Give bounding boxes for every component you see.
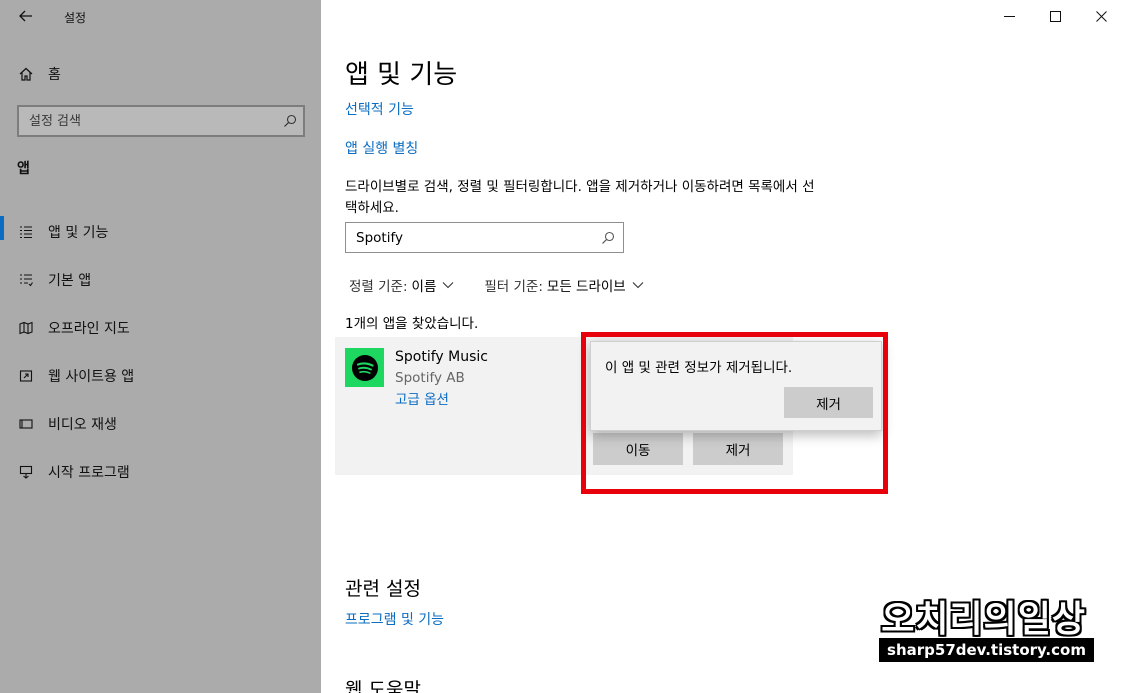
sidebar-item-startup[interactable]: 시작 프로그램 xyxy=(0,448,321,496)
sidebar-item-label: 오프라인 지도 xyxy=(48,321,130,337)
watermark-url: sharp57dev.tistory.com xyxy=(879,638,1094,662)
uninstall-confirm-flyout: 이 앱 및 관련 정보가 제거됩니다. 제거 xyxy=(590,341,882,431)
watermark-title: 오치리의일상 xyxy=(881,599,1086,640)
video-icon xyxy=(18,416,34,432)
sidebar-item-label: 비디오 재생 xyxy=(48,417,117,433)
sidebar-item-home[interactable]: 홈 xyxy=(18,63,61,85)
uninstall-button[interactable]: 제거 xyxy=(693,433,783,465)
app-search-box[interactable] xyxy=(345,222,624,253)
optional-features-link[interactable]: 선택적 기능 xyxy=(345,99,414,119)
app-execution-alias-link[interactable]: 앱 실행 별칭 xyxy=(345,138,418,158)
maximize-icon xyxy=(1049,7,1061,26)
settings-search-input[interactable] xyxy=(19,107,269,135)
chevron-down-icon xyxy=(442,277,454,293)
app-search-input[interactable] xyxy=(346,223,586,252)
app-publisher: Spotify AB xyxy=(395,370,465,386)
sidebar-item-video-playback[interactable]: 비디오 재생 xyxy=(0,400,321,448)
startup-icon xyxy=(18,464,34,480)
sort-filter-row: 정렬 기준: 이름 필터 기준: 모든 드라이브 xyxy=(349,275,674,295)
spotify-icon xyxy=(345,348,384,387)
sidebar-item-label: 시작 프로그램 xyxy=(48,465,130,481)
list-icon xyxy=(18,224,34,240)
related-settings-heading: 관련 설정 xyxy=(345,578,421,600)
window-controls xyxy=(986,0,1124,32)
list-default-icon xyxy=(18,272,34,288)
confirm-uninstall-button[interactable]: 제거 xyxy=(784,387,873,418)
app-name: Spotify Music xyxy=(395,349,488,365)
chevron-down-icon xyxy=(632,277,644,293)
back-arrow-icon[interactable] xyxy=(14,6,38,28)
open-in-app-icon xyxy=(18,368,34,384)
search-icon[interactable] xyxy=(601,230,615,249)
sidebar-item-apps-for-websites[interactable]: 웹 사이트용 앱 xyxy=(0,352,321,400)
web-help-heading: 웹 도움말 xyxy=(345,679,421,693)
results-count: 1개의 앱을 찾았습니다. xyxy=(345,316,479,332)
sidebar-item-label: 기본 앱 xyxy=(48,273,92,289)
filter-dropdown[interactable]: 필터 기준: 모든 드라이브 xyxy=(484,275,644,295)
programs-and-features-link[interactable]: 프로그램 및 기능 xyxy=(345,609,444,629)
sidebar-item-label: 웹 사이트용 앱 xyxy=(48,369,135,385)
minimize-icon xyxy=(1003,7,1015,26)
sidebar: 설정 홈 앱 앱 및 기능 기본 앱 오프라인 xyxy=(0,0,321,693)
close-icon xyxy=(1095,7,1107,26)
sort-value: 이름 xyxy=(411,279,437,295)
sidebar-item-apps-features[interactable]: 앱 및 기능 xyxy=(0,208,321,256)
home-icon xyxy=(18,67,34,81)
watermark: 오치리의일상 sharp57dev.tistory.com xyxy=(879,590,1094,662)
sidebar-section-label: 앱 xyxy=(17,161,30,177)
sidebar-nav: 앱 및 기능 기본 앱 오프라인 지도 웹 사이트용 앱 비디오 재생 시작 프… xyxy=(0,208,321,496)
flyout-message: 이 앱 및 관련 정보가 제거됩니다. xyxy=(605,360,793,376)
move-button[interactable]: 이동 xyxy=(593,433,683,465)
description-text: 드라이브별로 검색, 정렬 및 필터링합니다. 앱을 제거하거나 이동하려면 목… xyxy=(345,179,815,216)
page-title: 앱 및 기능 xyxy=(345,60,458,90)
settings-search-box[interactable] xyxy=(17,105,305,137)
maximize-button[interactable] xyxy=(1032,0,1078,32)
close-button[interactable] xyxy=(1078,0,1124,32)
sort-label: 정렬 기준: xyxy=(349,279,408,295)
advanced-options-link[interactable]: 고급 옵션 xyxy=(395,388,449,408)
filter-value: 모든 드라이브 xyxy=(546,279,626,295)
sidebar-item-default-apps[interactable]: 기본 앱 xyxy=(0,256,321,304)
window-title: 설정 xyxy=(64,11,87,25)
sidebar-item-offline-maps[interactable]: 오프라인 지도 xyxy=(0,304,321,352)
search-icon[interactable] xyxy=(283,113,297,132)
map-icon xyxy=(18,320,34,336)
sidebar-home-label: 홈 xyxy=(48,67,61,83)
minimize-button[interactable] xyxy=(986,0,1032,32)
filter-label: 필터 기준: xyxy=(484,279,543,295)
sort-dropdown[interactable]: 정렬 기준: 이름 xyxy=(349,275,454,295)
sidebar-item-label: 앱 및 기능 xyxy=(48,225,109,241)
